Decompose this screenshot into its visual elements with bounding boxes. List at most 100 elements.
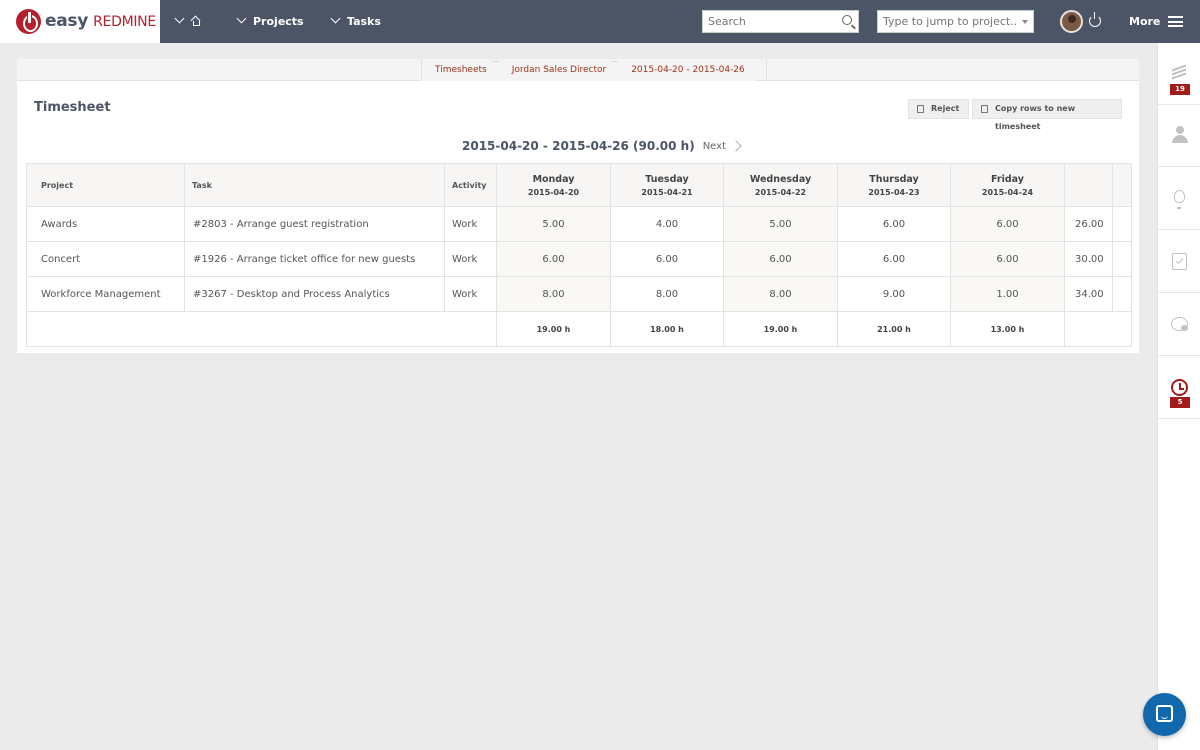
cell-project: Workforce Management	[26, 276, 185, 312]
tasks-menu-label: Tasks	[347, 15, 381, 28]
cell-project: Concert	[26, 241, 185, 277]
sidebar-item-activity[interactable]: 19	[1158, 43, 1200, 105]
cell-hours[interactable]: 5.00	[723, 206, 838, 242]
reject-button-label: Reject	[931, 104, 960, 113]
search-icon[interactable]	[842, 15, 852, 25]
chevron-down-icon	[236, 13, 247, 24]
table-row: Workforce Management #3267 - Desktop and…	[26, 276, 1132, 312]
copy-rows-button-label: Copy rows to new timesheet	[995, 104, 1076, 131]
cell-hours[interactable]: 5.00	[496, 206, 611, 242]
next-week-link[interactable]: Next	[703, 141, 726, 152]
cell-task[interactable]: #3267 - Desktop and Process Analytics	[184, 276, 445, 312]
cell-project: Awards	[26, 206, 185, 242]
totals-row: 19.00 h 18.00 h 19.00 h 21.00 h 13.00 h	[26, 311, 1132, 347]
cell-hours[interactable]: 8.00	[610, 276, 724, 312]
hamburger-menu-icon[interactable]	[1168, 16, 1183, 27]
cell-day-total: 19.00 h	[723, 311, 838, 347]
week-navigation: 2015-04-20 - 2015-04-26 (90.00 h) Next	[462, 137, 742, 155]
page-title: Timesheet	[34, 100, 111, 115]
jump-to-project	[877, 10, 1034, 33]
cell-hours[interactable]: 6.00	[496, 241, 611, 277]
history-badge: 5	[1170, 397, 1190, 408]
cell-task[interactable]: #1926 - Arrange ticket office for new gu…	[184, 241, 445, 277]
reject-icon	[917, 105, 924, 113]
cell-hours[interactable]: 6.00	[610, 241, 724, 277]
cell-hours[interactable]: 6.00	[837, 206, 951, 242]
right-sidebar: 19 5	[1157, 43, 1200, 750]
breadcrumb: Timesheets Jordan Sales Director 2015-04…	[421, 59, 767, 81]
cell-row-total: 30.00	[1064, 241, 1113, 277]
chevron-right-icon[interactable]	[730, 140, 742, 152]
user-icon	[1172, 126, 1188, 144]
cell-activity: Work	[444, 206, 497, 242]
search-box	[702, 10, 859, 33]
reject-button[interactable]: Reject	[908, 99, 969, 119]
cell-hours[interactable]: 6.00	[950, 241, 1065, 277]
projects-menu-label: Projects	[253, 15, 304, 28]
search-input[interactable]	[703, 11, 833, 32]
column-header-task: Task	[184, 163, 445, 207]
column-header-project: Project	[26, 163, 185, 207]
column-header-day: Monday 2015-04-20	[496, 163, 611, 207]
cell-hours[interactable]: 4.00	[610, 206, 724, 242]
breadcrumb-timesheets[interactable]: Timesheets	[421, 59, 499, 81]
power-icon[interactable]	[1089, 12, 1101, 27]
projects-menu[interactable]: Projects	[236, 0, 304, 43]
cell-day-total: 18.00 h	[610, 311, 724, 347]
cell-grand-total	[1064, 311, 1132, 347]
cell-hours[interactable]: 8.00	[496, 276, 611, 312]
chevron-down-icon	[174, 13, 185, 24]
more-menu[interactable]: More	[1129, 0, 1160, 43]
clipboard-check-icon	[1172, 253, 1187, 270]
cell-day-total: 19.00 h	[496, 311, 611, 347]
table-row: Concert #1926 - Arrange ticket office fo…	[26, 241, 1132, 277]
copy-rows-button[interactable]: Copy rows to new timesheet	[972, 99, 1122, 131]
cell-hours[interactable]: 8.00	[723, 276, 838, 312]
avatar[interactable]	[1060, 10, 1083, 33]
top-navigation-bar: easy REDMINE Projects Tasks More	[0, 0, 1200, 43]
cell-row-actions	[1112, 206, 1132, 242]
jump-to-project-input[interactable]	[878, 11, 1016, 32]
cell-row-actions	[1112, 241, 1132, 277]
home-menu[interactable]	[174, 0, 201, 43]
stack-icon	[1172, 64, 1186, 81]
cell-activity: Work	[444, 241, 497, 277]
tasks-menu[interactable]: Tasks	[330, 0, 381, 43]
cell-row-total: 34.00	[1064, 276, 1113, 312]
cell-activity: Work	[444, 276, 497, 312]
redmine-logo-icon	[16, 9, 41, 34]
cell-task[interactable]: #2803 - Arrange guest registration	[184, 206, 445, 242]
cell-hours[interactable]: 1.00	[950, 276, 1065, 312]
cell-hours[interactable]: 9.00	[837, 276, 951, 312]
home-icon	[191, 17, 201, 26]
chat-launcher-button[interactable]	[1143, 693, 1186, 736]
copy-icon	[981, 105, 988, 113]
cell-hours[interactable]: 6.00	[723, 241, 838, 277]
column-header-day: Thursday 2015-04-23	[837, 163, 951, 207]
table-row: Awards #2803 - Arrange guest registratio…	[26, 206, 1132, 242]
totals-label-cell	[26, 311, 497, 347]
caret-down-icon[interactable]	[1022, 20, 1028, 24]
column-header-day: Wednesday 2015-04-22	[723, 163, 838, 207]
cell-hours[interactable]: 6.00	[950, 206, 1065, 242]
cell-row-actions	[1112, 276, 1132, 312]
timesheet-table: Project Task Activity Monday 2015-04-20 T…	[26, 163, 1132, 347]
cell-day-total: 21.00 h	[837, 311, 951, 347]
week-label: 2015-04-20 - 2015-04-26 (90.00 h)	[462, 139, 695, 153]
table-header-row: Project Task Activity Monday 2015-04-20 T…	[26, 163, 1132, 207]
column-header-actions	[1112, 163, 1132, 207]
activity-badge: 19	[1170, 84, 1190, 95]
column-header-day: Friday 2015-04-24	[950, 163, 1065, 207]
logo-text: easy REDMINE	[45, 11, 156, 31]
cell-row-total: 26.00	[1064, 206, 1113, 242]
cell-hours[interactable]: 6.00	[837, 241, 951, 277]
chevron-down-icon	[330, 13, 341, 24]
chat-icon	[1156, 705, 1173, 722]
breadcrumb-period[interactable]: 2015-04-20 - 2015-04-26	[618, 59, 767, 81]
breadcrumb-user[interactable]: Jordan Sales Director	[498, 59, 619, 81]
logo[interactable]: easy REDMINE	[0, 0, 160, 43]
chat-bubbles-icon	[1171, 317, 1188, 331]
column-header-total	[1064, 163, 1113, 207]
column-header-day: Tuesday 2015-04-21	[610, 163, 724, 207]
cell-day-total: 13.00 h	[950, 311, 1065, 347]
